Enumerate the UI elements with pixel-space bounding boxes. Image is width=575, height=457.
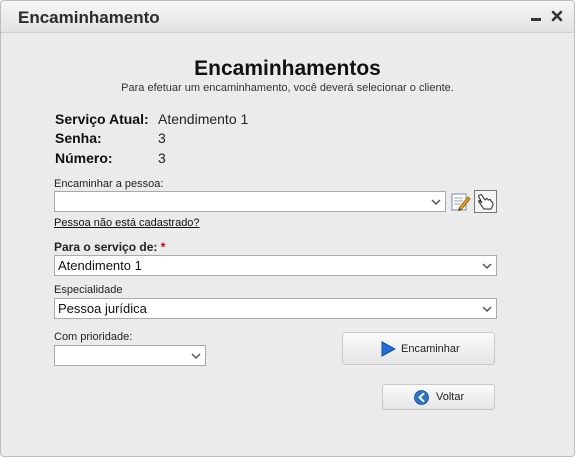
current-service-label: Serviço Atual: — [55, 111, 149, 127]
edit-pencil-icon[interactable] — [450, 191, 472, 213]
person-select[interactable] — [54, 191, 446, 212]
priority-select[interactable] — [54, 345, 206, 366]
dialog-window: Encaminhamento Encaminhamentos Para efet… — [0, 0, 575, 457]
back-button[interactable]: Voltar — [382, 384, 495, 410]
minimize-icon[interactable] — [529, 9, 543, 23]
play-icon — [381, 341, 396, 357]
chevron-down-icon — [482, 306, 492, 313]
priority-label: Com prioridade: — [54, 331, 133, 343]
service-select[interactable]: Atendimento 1 — [54, 255, 497, 276]
number-value: 3 — [158, 150, 166, 166]
forward-button[interactable]: Encaminhar — [342, 332, 495, 365]
ticket-label: Senha: — [55, 130, 102, 146]
person-not-registered-link[interactable]: Pessoa não está cadastrado? — [54, 217, 200, 229]
page-subtitle: Para efetuar um encaminhamento, você dev… — [121, 82, 454, 94]
target-service-label-text: Para o serviço de: — [54, 240, 158, 254]
forward-button-label: Encaminhar — [401, 343, 460, 355]
chevron-down-icon — [482, 263, 492, 270]
forward-person-label: Encaminhar a pessoa: — [54, 178, 164, 190]
close-icon[interactable] — [550, 9, 564, 23]
chevron-down-icon — [191, 353, 201, 360]
specialty-select[interactable]: Pessoa jurídica — [54, 298, 497, 319]
ticket-value: 3 — [158, 130, 166, 146]
back-arrow-icon — [414, 390, 429, 405]
specialty-label: Especialidade — [54, 284, 123, 296]
hand-pointer-icon[interactable] — [474, 190, 497, 213]
specialty-select-value: Pessoa jurídica — [58, 301, 147, 316]
window-title: Encaminhamento — [18, 8, 160, 27]
service-select-value: Atendimento 1 — [58, 258, 142, 273]
chevron-down-icon — [431, 199, 441, 206]
target-service-label: Para o serviço de: * — [54, 240, 165, 254]
number-label: Número: — [55, 150, 113, 166]
page-title: Encaminhamentos — [194, 57, 381, 80]
current-service-value: Atendimento 1 — [158, 111, 249, 127]
required-mark: * — [160, 240, 166, 254]
title-bar[interactable]: Encaminhamento — [1, 1, 574, 33]
back-button-label: Voltar — [436, 391, 465, 403]
